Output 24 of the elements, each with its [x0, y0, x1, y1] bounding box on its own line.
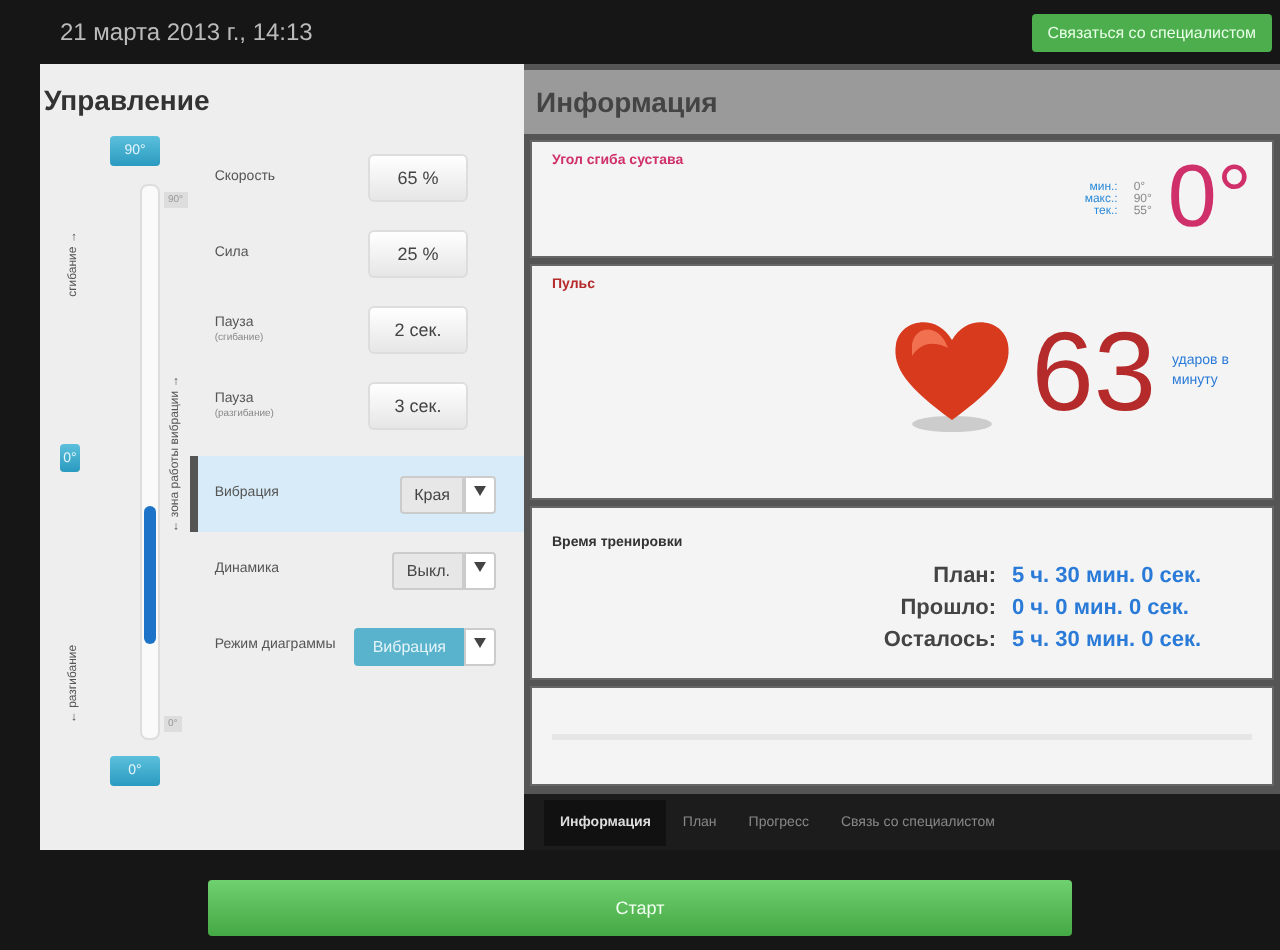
caret-icon: [474, 485, 486, 495]
caret-button[interactable]: [464, 627, 496, 665]
pulse-value: 63: [1031, 316, 1156, 428]
dropdown-value[interactable]: Края: [400, 475, 464, 513]
time-value: 0 ч. 0 мин. 0 сек.: [1012, 596, 1191, 620]
caret-button[interactable]: [464, 551, 496, 589]
panel-title: Информация: [524, 70, 1280, 134]
date-time: 21 марта 2013 г., 14:13: [60, 18, 313, 46]
dropdown-value[interactable]: Выкл.: [392, 551, 464, 589]
value-button[interactable]: 2 сек.: [368, 306, 468, 354]
caret-icon: [474, 637, 486, 647]
caret-button[interactable]: [464, 475, 496, 513]
angle-value: 0°: [1167, 154, 1252, 244]
value-button[interactable]: 3 сек.: [368, 382, 468, 430]
slider-track[interactable]: [140, 184, 160, 740]
time-label: План:: [931, 564, 996, 588]
caret-icon: [474, 561, 486, 571]
time-label: Осталось:: [881, 628, 996, 652]
panel-title: Управление: [42, 82, 212, 120]
time-label: Прошло:: [898, 596, 996, 620]
value-button[interactable]: 25 %: [368, 230, 468, 278]
time-value: 5 ч. 30 мин. 0 сек.: [1012, 564, 1204, 588]
time-value: 5 ч. 30 мин. 0 сек.: [1012, 628, 1204, 652]
value-button[interactable]: 65 %: [368, 154, 468, 202]
